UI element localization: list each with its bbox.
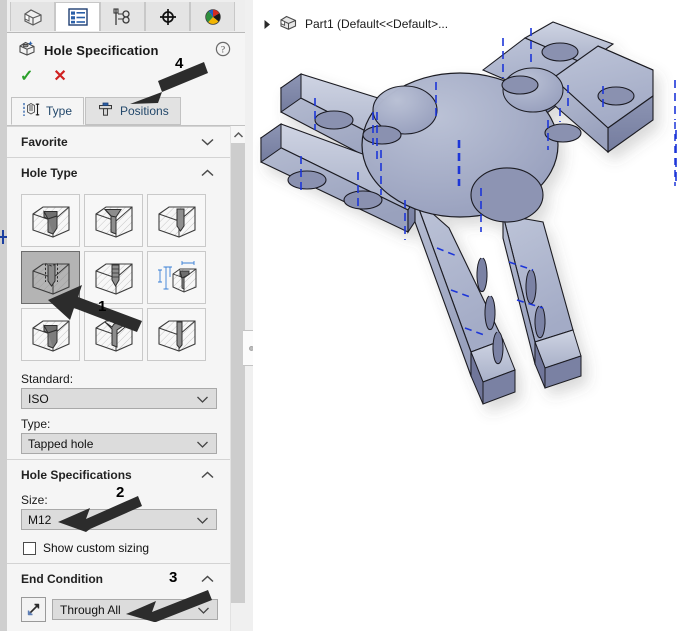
features-tab[interactable] xyxy=(10,2,55,31)
hole-wizard-icon xyxy=(18,40,37,60)
show-custom-sizing-row[interactable]: Show custom sizing xyxy=(7,535,231,563)
tab-type-label: Type xyxy=(46,104,73,118)
slot-button[interactable] xyxy=(147,308,206,361)
command-manager-tabstrip xyxy=(7,0,245,33)
annotation-number-1: 1 xyxy=(98,298,107,315)
through-all-icon[interactable] xyxy=(21,597,46,622)
display-manager-tab[interactable] xyxy=(190,2,235,31)
section-favorite[interactable]: Favorite xyxy=(7,126,231,157)
page-title: Hole Specification xyxy=(44,42,159,58)
type-combobox-wrap: Tapped hole xyxy=(7,433,231,459)
panel-left-strip xyxy=(0,0,7,631)
chevron-down-icon xyxy=(196,514,209,528)
annotation-number-3: 3 xyxy=(169,569,178,586)
hole-button[interactable] xyxy=(147,194,206,247)
property-manager-content: Favorite Hole Type Standard: ISO Type: T… xyxy=(7,126,231,631)
chevron-down-icon[interactable] xyxy=(200,136,215,150)
dimxpert-icon xyxy=(157,7,179,27)
standard-combobox-wrap: ISO xyxy=(7,388,231,414)
end-condition-value: Through All xyxy=(60,602,121,617)
scrollbar-thumb[interactable] xyxy=(231,143,245,603)
configuration-manager-icon xyxy=(112,7,134,27)
show-custom-sizing-checkbox[interactable] xyxy=(23,541,36,555)
dimxpert-manager-tab[interactable] xyxy=(145,2,190,31)
type-combobox[interactable]: Tapped hole xyxy=(21,433,217,454)
section-favorite-label: Favorite xyxy=(21,135,68,149)
section-hole-type[interactable]: Hole Type xyxy=(7,157,231,188)
solidworks-window: Hole Specification ? ✓ ✕ Type Positions … xyxy=(0,0,693,631)
scroll-up-arrow-icon[interactable] xyxy=(231,126,245,143)
countersink-hole-button[interactable] xyxy=(84,194,143,247)
graphics-area[interactable]: Part1 (Default<<Default>... xyxy=(253,0,693,631)
hole-type-icon xyxy=(23,102,40,120)
annotation-arrow-3 xyxy=(126,590,212,622)
thread-label: Thread: xyxy=(7,626,231,631)
chevron-up-icon[interactable] xyxy=(200,469,215,483)
hole-positions-icon xyxy=(97,102,114,120)
annotation-number-4: 4 xyxy=(175,55,184,72)
annotation-arrow-1 xyxy=(48,285,142,332)
section-end-condition-label: End Condition xyxy=(21,572,103,586)
help-question-icon[interactable]: ? xyxy=(215,41,231,57)
section-hole-specifications-label: Hole Specifications xyxy=(21,468,132,482)
annotation-arrow-4 xyxy=(130,62,208,104)
property-manager-icon xyxy=(67,7,89,27)
standard-value: ISO xyxy=(28,391,49,406)
chevron-down-icon xyxy=(196,438,209,452)
chevron-up-icon[interactable] xyxy=(200,167,215,181)
cancel-x[interactable]: ✕ xyxy=(53,69,66,85)
annotation-number-2: 2 xyxy=(116,484,125,501)
standard-label: Standard: xyxy=(21,372,74,386)
property-manager-action-buttons: ✓ ✕ xyxy=(20,69,67,85)
svg-text:?: ? xyxy=(221,46,225,56)
property-manager-title-row: Hole Specification xyxy=(18,40,159,60)
type-label: Type: xyxy=(21,417,51,431)
display-manager-icon xyxy=(202,7,224,27)
tab-type[interactable]: Type xyxy=(11,97,85,125)
section-hole-type-label: Hole Type xyxy=(21,166,78,180)
annotation-arrow-2 xyxy=(58,496,142,532)
type-value: Tapped hole xyxy=(28,436,94,451)
property-manager-body: Favorite Hole Type Standard: ISO Type: T… xyxy=(7,126,245,631)
legacy-hole-button[interactable] xyxy=(147,251,206,304)
partial-edge-marker xyxy=(0,230,7,244)
configuration-manager-tab[interactable] xyxy=(100,2,145,31)
show-custom-sizing-label: Show custom sizing xyxy=(43,541,150,555)
property-manager-tab[interactable] xyxy=(55,2,100,31)
features-icon xyxy=(21,6,45,28)
three-arm-spider-part[interactable] xyxy=(253,0,693,631)
ok-checkmark[interactable]: ✓ xyxy=(20,69,33,85)
chevron-down-icon xyxy=(196,393,209,407)
property-manager-scrollbar[interactable] xyxy=(230,126,245,631)
standard-combobox[interactable]: ISO xyxy=(21,388,217,409)
counterbore-hole-button[interactable] xyxy=(21,194,80,247)
